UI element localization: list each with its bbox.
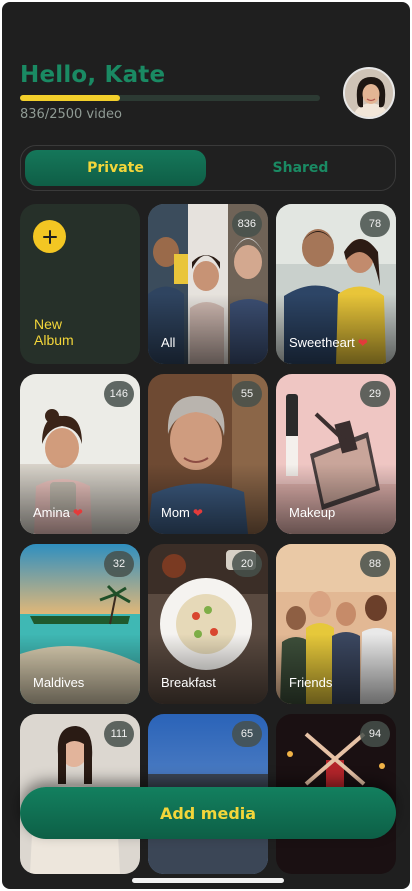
plus-icon[interactable] <box>33 220 66 253</box>
album-label: Mom ❤ <box>161 505 203 520</box>
album-tile-sweetheart[interactable]: 78 Sweetheart ❤ <box>276 204 396 364</box>
new-album-label: New Album <box>34 316 74 348</box>
album-count-badge: 78 <box>360 211 390 237</box>
album-count-badge: 20 <box>232 551 262 577</box>
album-label: Sweetheart ❤ <box>289 335 368 350</box>
album-count-badge: 65 <box>232 721 262 747</box>
album-label: Amina ❤ <box>33 505 83 520</box>
heart-icon: ❤ <box>357 336 368 350</box>
album-tile-maldives[interactable]: 32 Maldives <box>20 544 140 704</box>
album-count-badge: 146 <box>103 381 134 407</box>
heart-icon: ❤ <box>72 506 83 520</box>
new-album-label-line2: Album <box>34 332 74 348</box>
album-tile-makeup[interactable]: 29 Makeup <box>276 374 396 534</box>
new-album-tile[interactable]: New Album <box>20 204 140 364</box>
album-tile-amina[interactable]: 146 Amina ❤ <box>20 374 140 534</box>
album-label-text: Sweetheart <box>289 335 355 350</box>
heart-icon: ❤ <box>192 506 203 520</box>
album-visibility-toggle: Private Shared <box>20 145 396 191</box>
tile-shade <box>276 464 396 534</box>
album-count-badge: 29 <box>360 381 390 407</box>
tab-private[interactable]: Private <box>25 150 206 186</box>
album-count-badge: 836 <box>231 211 262 237</box>
album-count-badge: 55 <box>232 381 262 407</box>
album-label: Maldives <box>33 675 84 690</box>
album-label-text: Amina <box>33 505 70 520</box>
album-count-badge: 88 <box>360 551 390 577</box>
video-progress-bar <box>20 95 320 101</box>
album-label-text: All <box>161 335 176 350</box>
album-count-badge: 94 <box>360 721 390 747</box>
tile-shade <box>148 464 268 534</box>
app-screen: Hello, Kate 836/2500 video Private Share… <box>2 2 410 889</box>
tile-shade <box>20 464 140 534</box>
album-tile-breakfast[interactable]: 20 Breakfast <box>148 544 268 704</box>
album-tile-friends[interactable]: 88 Friends <box>276 544 396 704</box>
new-album-label-line1: New <box>34 316 63 332</box>
album-label-text: Friends <box>289 675 333 690</box>
add-media-button[interactable]: Add media <box>20 787 396 839</box>
home-indicator[interactable] <box>132 878 284 883</box>
album-label: Breakfast <box>161 675 216 690</box>
album-tile-mom[interactable]: 55 Mom ❤ <box>148 374 268 534</box>
album-tile-all[interactable]: 836 All <box>148 204 268 364</box>
tab-shared[interactable]: Shared <box>210 150 391 186</box>
album-label: All <box>161 335 175 350</box>
album-label-text: Makeup <box>289 505 336 520</box>
tile-shade <box>148 294 268 364</box>
tile-shade <box>20 634 140 704</box>
album-label: Makeup <box>289 505 335 520</box>
video-progress-text: 836/2500 video <box>20 107 122 122</box>
tile-shade <box>276 634 396 704</box>
tile-shade <box>276 294 396 364</box>
album-count-badge: 32 <box>104 551 134 577</box>
album-label-text: Maldives <box>33 675 85 690</box>
album-label: Friends <box>289 675 332 690</box>
user-avatar[interactable] <box>343 67 395 119</box>
avatar-photo <box>345 69 393 117</box>
album-label-text: Breakfast <box>161 675 216 690</box>
album-count-badge: 111 <box>104 721 134 747</box>
album-label-text: Mom <box>161 505 190 520</box>
greeting-title: Hello, Kate <box>20 62 166 88</box>
tile-shade <box>148 634 268 704</box>
video-progress-fill <box>20 95 121 101</box>
